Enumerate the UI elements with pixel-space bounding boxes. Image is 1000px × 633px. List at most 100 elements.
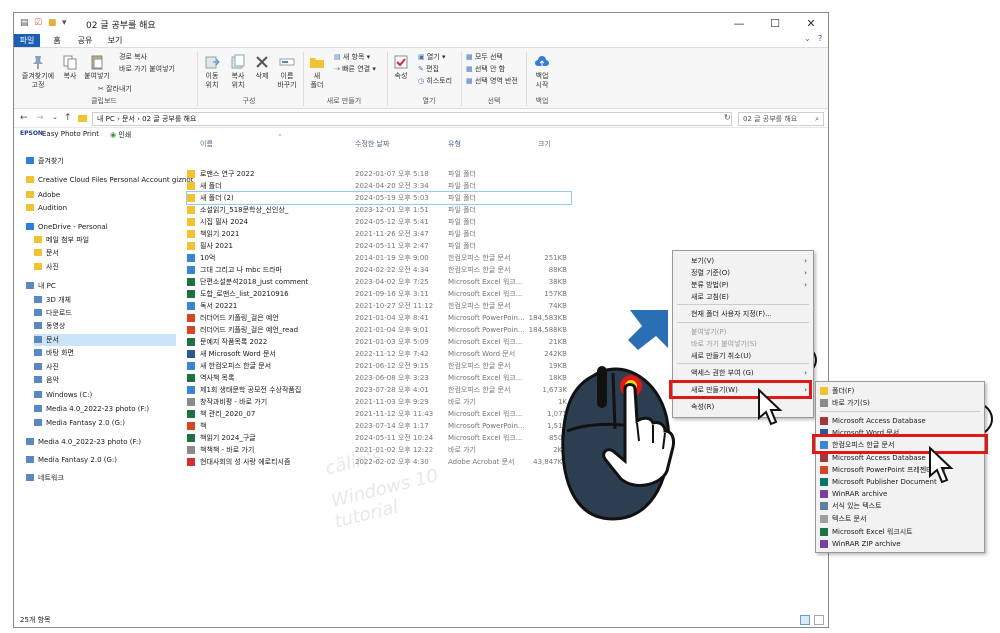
nav-item[interactable]: 문서 xyxy=(34,247,176,259)
submenu-item[interactable]: WinRAR ZIP archive xyxy=(816,538,984,550)
properties-button[interactable]: 속성 xyxy=(390,54,412,81)
file-row[interactable]: 단편소설분석2018_just comment 2023-04-02 오후 7:2… xyxy=(187,276,567,288)
context-menu-item[interactable]: 새로 고침(E) xyxy=(673,291,813,303)
nav-item[interactable]: 동영상 xyxy=(34,320,176,332)
quick-access-icon[interactable]: ▤ xyxy=(20,18,29,28)
history-button[interactable]: ◷ 히스토리 xyxy=(418,76,452,86)
recent-locations-icon[interactable]: ⌄ xyxy=(52,113,58,121)
submenu-item[interactable]: 바로 가기(S) xyxy=(816,397,984,409)
context-menu-item[interactable]: 분류 방법(P) › xyxy=(673,279,813,291)
context-menu-item[interactable]: 정렬 기준(O) › xyxy=(673,267,813,279)
context-menu-item[interactable]: 현재 폴더 사용자 지정(F)... xyxy=(673,308,813,320)
back-arrow-icon[interactable]: ← xyxy=(20,113,28,123)
pin-quick-access-button[interactable]: 즐겨찾기에 고정 xyxy=(18,54,58,90)
file-row[interactable]: 시집 필사 2024 2024-05-12 오후 5:41 파일 폴더 xyxy=(187,216,567,228)
file-row[interactable]: 문예지 작품목록 2022 2021-01-03 오후 5:09 Microsoft… xyxy=(187,336,567,348)
context-menu-item[interactable]: 바로 가기 붙여넣기(S) xyxy=(673,338,813,350)
copy-button[interactable]: 복사 xyxy=(58,54,82,81)
close-button[interactable]: ✕ xyxy=(796,15,826,33)
nav-item[interactable]: 사진 xyxy=(34,361,176,373)
file-row[interactable]: 책 관리_2020_07 2021-11-12 오후 11:43 Microsoft… xyxy=(187,408,567,420)
nav-item[interactable]: 네트워크 xyxy=(26,472,176,484)
file-row[interactable]: 책 2023-07-14 오후 1:17 Microsoft PowerPoin..… xyxy=(187,420,567,432)
folder-icon[interactable]: ■ xyxy=(48,18,57,28)
nav-item[interactable]: 즐겨찾기 xyxy=(26,155,176,167)
tab-share[interactable]: 공유 xyxy=(74,34,96,47)
open-button[interactable]: ▣ 열기 ▾ xyxy=(418,52,445,62)
submenu-item[interactable]: WinRAR archive xyxy=(816,488,984,500)
paste-button[interactable]: 붙여넣기 xyxy=(82,54,112,81)
nav-item[interactable]: 음악 xyxy=(34,374,176,386)
tab-home[interactable]: 홈 xyxy=(48,34,66,47)
invert-selection-button[interactable]: ▦ 선택 영역 반전 xyxy=(466,76,518,86)
context-menu-item[interactable]: 붙여넣기(P) xyxy=(673,326,813,338)
nav-item[interactable]: OneDrive - Personal xyxy=(26,221,176,233)
file-row[interactable]: 책읽기 2024_구글 2024-05-11 오전 10:24 Microsoft … xyxy=(187,432,567,444)
backup-start-button[interactable]: 백업 시작 xyxy=(530,54,554,90)
nav-item[interactable]: Media Fantasy 2.0 (G:) xyxy=(26,454,176,466)
submenu-item[interactable]: Microsoft Access Database xyxy=(816,415,984,427)
column-header-type[interactable]: 유형 xyxy=(448,139,461,149)
nav-item[interactable]: Media 4.0_2022-23 photo (F:) xyxy=(34,403,176,415)
help-icon[interactable]: ? xyxy=(818,34,822,43)
column-header-size[interactable]: 크기 xyxy=(538,139,551,149)
copy-to-button[interactable]: 복사 위치 xyxy=(226,54,250,90)
file-row[interactable]: 그대 그리고 나 mbc 드라마 2024-02-22 오전 4:34 한컴오피스 … xyxy=(187,264,567,276)
file-row[interactable]: 새 폴더 (2) 2024-05-19 오후 5:03 파일 폴더 xyxy=(186,191,572,205)
submenu-item[interactable]: 폴더(F) xyxy=(816,385,984,397)
nav-item[interactable]: 바탕 화면 xyxy=(34,347,176,359)
submenu-item[interactable]: 서식 있는 텍스트 xyxy=(816,500,984,512)
maximize-button[interactable]: ☐ xyxy=(760,15,790,33)
easy-photo-print-button[interactable]: Easy Photo Print xyxy=(42,130,99,138)
nav-item[interactable]: Media Fantasy 2.0 (G:) xyxy=(34,417,176,429)
delete-button[interactable]: 삭제 xyxy=(252,54,272,81)
new-folder-button[interactable]: 새 폴더 xyxy=(306,54,328,90)
move-to-button[interactable]: 이동 위치 xyxy=(200,54,224,90)
edit-button[interactable]: ✎ 편집 xyxy=(418,64,439,74)
context-menu-item[interactable]: 보기(V) › xyxy=(673,255,813,267)
cut-button[interactable]: ✂ 잘라내기 xyxy=(98,84,132,94)
nav-item[interactable]: 다운로드 xyxy=(34,307,176,319)
tab-view[interactable]: 보기 xyxy=(104,34,126,47)
file-row[interactable]: 새 폴더 2024-04-20 오전 3:34 파일 폴더 xyxy=(187,180,567,192)
details-view-icon[interactable] xyxy=(800,615,810,625)
submenu-item[interactable]: 텍스트 문서 xyxy=(816,513,984,525)
file-row[interactable]: 역사책 목록 2023-06-08 오후 3:23 Microsoft Excel … xyxy=(187,372,567,384)
copy-path-button[interactable]: 경로 복사 xyxy=(119,52,147,62)
nav-item[interactable]: Creative Cloud Files Personal Account gi… xyxy=(26,174,193,186)
file-row[interactable]: 필사 2021 2024-05-11 오후 2:47 파일 폴더 xyxy=(187,240,567,252)
up-arrow-icon[interactable]: ↑ xyxy=(64,113,72,123)
forward-arrow-icon[interactable]: → xyxy=(36,113,44,123)
file-row[interactable]: 새 한컴오피스 한글 문서 2021-06-12 오전 9:15 한컴오피스 한글 … xyxy=(187,360,567,372)
file-row[interactable]: 10억 2014-01-19 오후 9:00 한컴오피스 한글 문서 251KB xyxy=(187,252,567,264)
nav-item[interactable]: Audition xyxy=(26,202,176,214)
file-row[interactable]: 러더어드 키플링_걸은 예언_read 2021-01-04 오후 9:01 Mic… xyxy=(187,324,567,336)
file-row[interactable]: 로맨스 연구 2022 2022-01-07 오후 5:18 파일 폴더 xyxy=(187,168,567,180)
new-item-button[interactable]: ▤ 새 항목 ▾ xyxy=(334,52,370,62)
file-row[interactable]: 제1회 생태문학 공모전 수상작품집 2023-07-28 오후 4:01 한컴오피… xyxy=(187,384,567,396)
nav-item[interactable]: 사진 xyxy=(34,261,176,273)
rename-button[interactable]: 이름 바꾸기 xyxy=(274,54,300,90)
select-none-button[interactable]: ▦ 선택 안 함 xyxy=(466,64,505,74)
submenu-item[interactable]: Microsoft Excel 워크시트 xyxy=(816,526,984,538)
nav-item[interactable]: Media 4.0_2022-23 photo (F:) xyxy=(26,436,176,448)
print-button[interactable]: ◉ 인쇄 xyxy=(110,130,131,140)
file-row[interactable]: 책읽기 2021 2021-11-26 오전 3:47 파일 폴더 xyxy=(187,228,567,240)
customize-toolbar-icon[interactable]: ▾ xyxy=(62,18,67,28)
refresh-icon[interactable]: ↻ xyxy=(724,113,731,122)
minimize-button[interactable]: — xyxy=(724,15,754,33)
ribbon-expand-icon[interactable]: ⌄ xyxy=(804,34,811,43)
submenu-item[interactable]: Microsoft PowerPoint 프레젠테이션 xyxy=(816,464,984,476)
easy-access-button[interactable]: ⇢ 빠른 연결 ▾ xyxy=(334,64,376,74)
context-menu-item[interactable]: 액세스 권한 부여 (G) › xyxy=(673,367,813,379)
file-row[interactable]: 소설읽기_518문학상_신인상_ 2023-12-01 오후 1:51 파일 폴더 xyxy=(187,204,567,216)
file-row[interactable]: 창작과비평 - 바로 가기 2021-11-03 오후 9:29 바로 가기 1K xyxy=(187,396,567,408)
large-icons-view-icon[interactable] xyxy=(814,615,824,625)
tab-file[interactable]: 파일 xyxy=(14,34,40,47)
nav-item[interactable]: 내 PC xyxy=(26,280,176,292)
checkbox-icon[interactable]: ☑ xyxy=(34,18,42,28)
file-row[interactable]: 독서 20221 2021-10-27 오전 11:12 한컴오피스 한글 문서 74… xyxy=(187,300,567,312)
file-row[interactable]: 도합_로맨스_list_20210916 2021-09-16 오후 3:11 Mi… xyxy=(187,288,567,300)
paste-shortcut-button[interactable]: 바로 가기 붙여넣기 xyxy=(119,64,175,74)
nav-item[interactable]: 문서 xyxy=(34,334,176,346)
